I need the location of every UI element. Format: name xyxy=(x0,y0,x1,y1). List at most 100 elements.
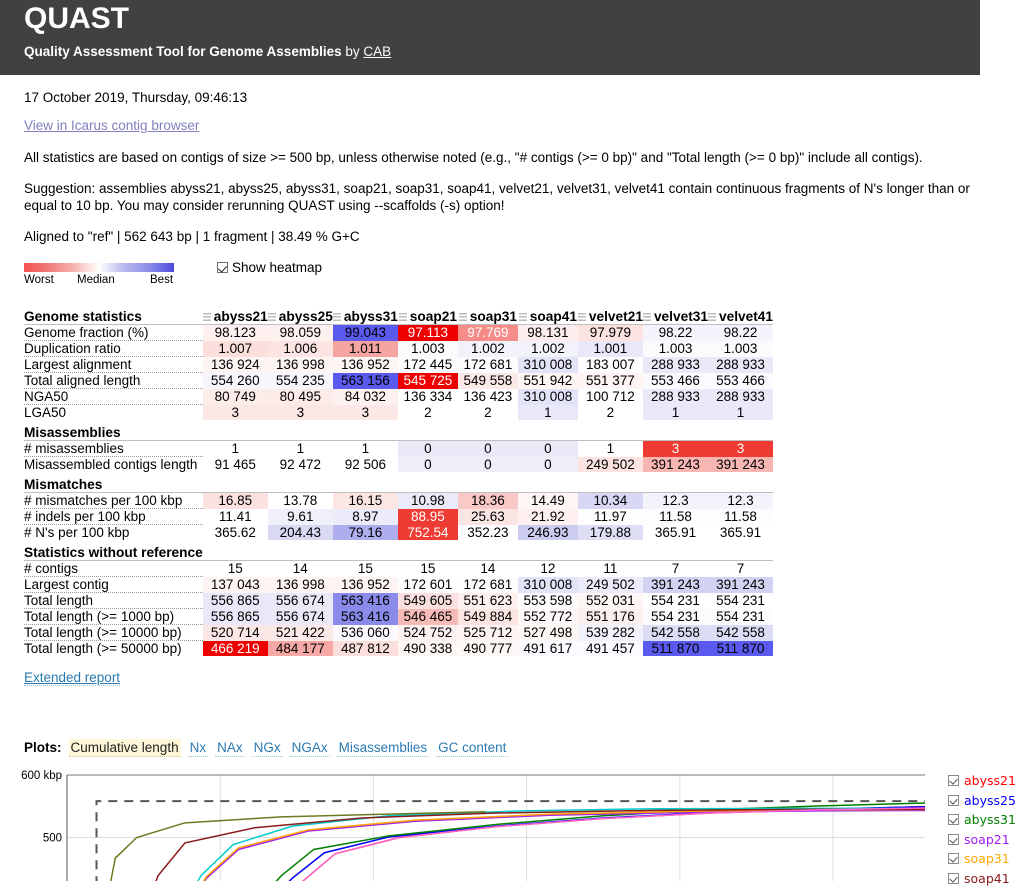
column-header-soap41[interactable]: soap41 xyxy=(517,309,578,325)
column-header-soap21[interactable] xyxy=(397,545,458,561)
column-drag-handle-icon[interactable] xyxy=(707,313,716,322)
cell-soap41: 12 xyxy=(517,560,578,577)
column-header-soap31[interactable]: soap31 xyxy=(457,309,518,325)
metric-label: # contigs xyxy=(24,560,203,577)
column-header-velvet31[interactable]: velvet31 xyxy=(642,309,708,325)
legend-checkbox-soap21[interactable] xyxy=(948,833,959,845)
column-drag-handle-icon[interactable] xyxy=(458,313,467,322)
legend-checkbox-abyss25[interactable] xyxy=(948,794,959,806)
column-header-velvet41[interactable] xyxy=(707,425,774,441)
legend-item-abyss21[interactable]: abyss21 xyxy=(948,771,1018,791)
icarus-contig-browser-link[interactable]: View in Icarus contig browser xyxy=(24,118,199,133)
cell-abyss31: 92 506 xyxy=(332,456,398,472)
column-drag-handle-icon[interactable] xyxy=(642,313,651,322)
metric-label: Total aligned length xyxy=(24,372,203,389)
column-header-velvet41[interactable]: velvet41 xyxy=(707,309,774,325)
cell-velvet21: 552 031 xyxy=(577,592,643,609)
cell-soap21: 172 601 xyxy=(397,576,458,593)
column-header-abyss31[interactable]: abyss31 xyxy=(332,309,398,325)
column-header-velvet31[interactable] xyxy=(642,545,708,561)
column-drag-handle-icon[interactable] xyxy=(202,313,211,322)
column-drag-handle-icon[interactable] xyxy=(518,313,527,322)
cell-abyss25: 14 xyxy=(267,560,333,577)
column-header-velvet21[interactable] xyxy=(577,545,643,561)
cell-velvet41: 391 243 xyxy=(707,456,774,472)
cell-soap31: 25.63 xyxy=(457,508,518,525)
column-header-abyss31[interactable] xyxy=(332,545,398,561)
plot-tab-ngx[interactable]: NGx xyxy=(251,739,283,757)
plot-tab-ngax[interactable]: NGAx xyxy=(289,739,330,757)
aligned-to-note: Aligned to "ref" | 562 643 bp | 1 fragme… xyxy=(24,229,360,244)
column-header-soap41[interactable] xyxy=(517,477,578,493)
column-header-velvet21[interactable] xyxy=(577,425,643,441)
cell-velvet31: 365.91 xyxy=(642,524,708,540)
column-header-abyss21[interactable] xyxy=(202,477,268,493)
column-header-velvet21[interactable]: velvet21 xyxy=(577,309,643,325)
plot-tab-nx[interactable]: Nx xyxy=(187,739,209,757)
legend-label: soap41 xyxy=(964,870,1010,886)
legend-checkbox-soap41[interactable] xyxy=(948,872,959,884)
column-header-soap21[interactable] xyxy=(397,477,458,493)
metric-label: Misassembled contigs length xyxy=(24,457,198,472)
column-header-abyss25[interactable] xyxy=(267,425,333,441)
show-heatmap-checkbox[interactable] xyxy=(217,262,228,273)
column-header-abyss25[interactable] xyxy=(267,545,333,561)
legend-checkbox-abyss31[interactable] xyxy=(948,814,959,826)
column-header-soap41[interactable] xyxy=(517,545,578,561)
cell-abyss21: 365.62 xyxy=(202,524,268,540)
column-header-velvet31[interactable] xyxy=(642,477,708,493)
column-header-abyss31[interactable] xyxy=(332,425,398,441)
column-header-abyss21[interactable]: abyss21 xyxy=(202,309,268,325)
column-drag-handle-icon[interactable] xyxy=(332,313,341,322)
by-word: by xyxy=(345,44,360,59)
legend-checkbox-abyss21[interactable] xyxy=(948,775,959,787)
legend-item-soap21[interactable]: soap21 xyxy=(948,830,1018,850)
column-header-abyss25[interactable]: abyss25 xyxy=(267,309,333,325)
column-header-velvet21[interactable] xyxy=(577,477,643,493)
extended-report-link[interactable]: Extended report xyxy=(24,670,121,686)
metric-label: Largest alignment xyxy=(24,356,203,373)
plot-tab-misassemblies[interactable]: Misassemblies xyxy=(336,739,430,757)
column-header-soap21[interactable] xyxy=(397,425,458,441)
legend-label: abyss25 xyxy=(964,792,1016,808)
legend-checkbox-soap31[interactable] xyxy=(948,853,959,865)
legend-item-abyss31[interactable]: abyss31 xyxy=(948,810,1018,830)
column-header-velvet31[interactable] xyxy=(642,425,708,441)
column-header-velvet41[interactable] xyxy=(707,545,774,561)
legend-item-soap31[interactable]: soap31 xyxy=(948,849,1018,869)
column-header-soap31[interactable] xyxy=(457,477,518,493)
column-header-abyss31[interactable] xyxy=(332,477,398,493)
column-header-label: velvet31 xyxy=(653,309,708,324)
cell-abyss31: 16.15 xyxy=(332,492,398,509)
plot-tab-nax[interactable]: NAx xyxy=(215,739,245,757)
cell-abyss31: 136 952 xyxy=(332,356,398,373)
show-heatmap-toggle[interactable]: Show heatmap xyxy=(217,260,322,275)
cell-velvet21: 1.001 xyxy=(577,340,643,357)
column-header-soap31[interactable] xyxy=(457,545,518,561)
plot-tab-cumulative-length[interactable]: Cumulative length xyxy=(68,739,181,757)
column-drag-handle-icon[interactable] xyxy=(398,313,407,322)
column-header-soap21[interactable]: soap21 xyxy=(397,309,458,325)
cell-abyss25: 1.006 xyxy=(267,340,333,357)
column-drag-handle-icon[interactable] xyxy=(267,313,276,322)
cell-velvet31: 554 231 xyxy=(642,608,708,625)
legend-item-velvet21[interactable]: velvet21 xyxy=(948,888,1018,892)
column-header-soap41[interactable] xyxy=(517,425,578,441)
cell-soap41: 98.131 xyxy=(517,324,578,341)
column-header-abyss21[interactable] xyxy=(202,545,268,561)
legend-item-abyss25[interactable]: abyss25 xyxy=(948,791,1018,811)
plot-tab-gc-content[interactable]: GC content xyxy=(436,739,509,757)
column-header-abyss21[interactable] xyxy=(202,425,268,441)
column-drag-handle-icon[interactable] xyxy=(577,313,586,322)
cell-soap41: 310 008 xyxy=(517,576,578,593)
cab-link[interactable]: CAB xyxy=(363,44,391,59)
column-header-velvet41[interactable] xyxy=(707,477,774,493)
cell-velvet21: 551 377 xyxy=(577,372,643,389)
column-header-abyss25[interactable] xyxy=(267,477,333,493)
cell-soap21: 549 605 xyxy=(397,592,458,609)
cell-soap41: 553 598 xyxy=(517,592,578,609)
legend-item-soap41[interactable]: soap41 xyxy=(948,869,1018,889)
metric-label: Largest contig xyxy=(24,576,203,593)
column-header-soap31[interactable] xyxy=(457,425,518,441)
cell-soap21: 97.113 xyxy=(397,324,458,341)
